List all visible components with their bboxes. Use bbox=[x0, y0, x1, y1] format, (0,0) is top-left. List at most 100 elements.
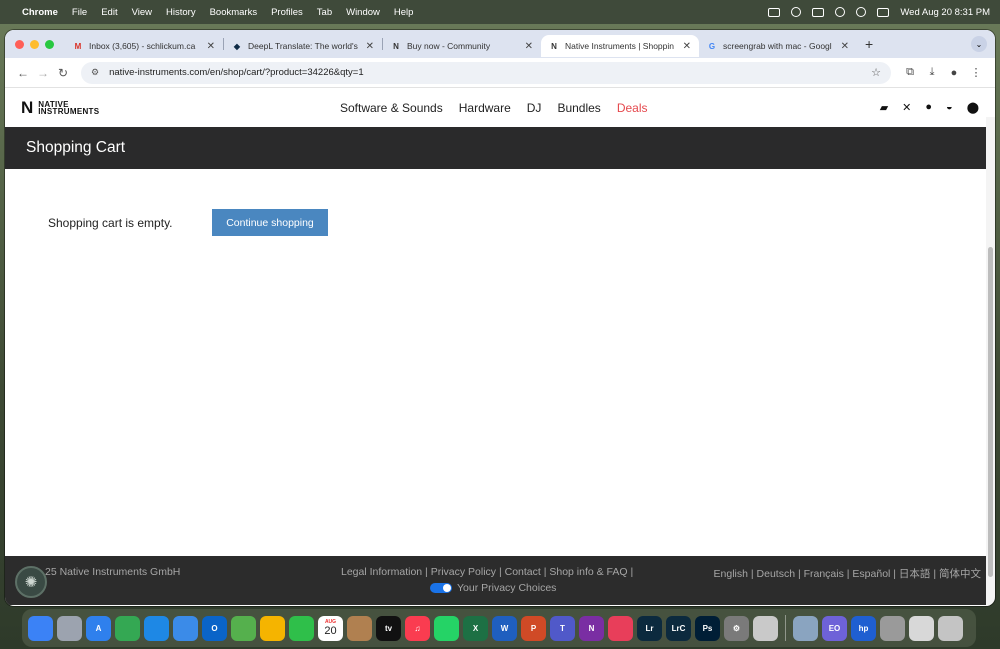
excel-icon[interactable]: X bbox=[463, 615, 488, 641]
safari-icon[interactable] bbox=[144, 615, 169, 641]
page-title-bar: Shopping Cart bbox=[5, 127, 995, 169]
bookmark-star-icon[interactable]: ☆ bbox=[871, 66, 881, 79]
chat-icon[interactable]: ▰ bbox=[880, 101, 888, 114]
browser-window: M Inbox (3,605) - schlickum.ca ✕ ◆ DeepL… bbox=[5, 30, 995, 606]
finder-icon[interactable] bbox=[28, 615, 53, 641]
battery-icon[interactable] bbox=[812, 7, 825, 17]
ebook-icon[interactable]: EO bbox=[822, 615, 847, 641]
mail-icon[interactable] bbox=[173, 615, 198, 641]
creative-cloud-status-icon[interactable] bbox=[791, 7, 802, 17]
deepl-icon: ◆ bbox=[233, 41, 241, 51]
creative-cloud-icon[interactable] bbox=[608, 615, 633, 641]
documents-folder-icon[interactable] bbox=[909, 615, 934, 641]
tab-gmail[interactable]: M Inbox (3,605) - schlickum.ca ✕ bbox=[65, 35, 223, 57]
onenote-icon[interactable]: N bbox=[579, 615, 604, 641]
hp-icon[interactable]: hp bbox=[851, 615, 876, 641]
tab-shopping-cart[interactable]: N Native Instruments | Shoppin ✕ bbox=[541, 35, 699, 57]
tab-search-chevron-icon[interactable]: ⌄ bbox=[971, 36, 987, 52]
menu-bookmarks[interactable]: Bookmarks bbox=[210, 7, 258, 18]
native-instruments-logo[interactable]: N NATIVE INSTRUMENTS bbox=[21, 98, 99, 118]
continue-shopping-button[interactable]: Continue shopping bbox=[212, 209, 328, 236]
back-arrow-icon[interactable]: ← bbox=[13, 66, 33, 80]
maps-icon[interactable] bbox=[231, 615, 256, 641]
music-icon[interactable]: ♫ bbox=[405, 615, 430, 641]
close-tab-icon[interactable]: ✕ bbox=[683, 41, 691, 52]
word-icon[interactable]: W bbox=[492, 615, 517, 641]
facetime-icon[interactable] bbox=[289, 615, 314, 641]
account-icon[interactable]: ● bbox=[925, 101, 932, 114]
location-pin-icon[interactable]: ⬤ bbox=[967, 101, 979, 114]
nav-bundles[interactable]: Bundles bbox=[557, 101, 600, 115]
menu-view[interactable]: View bbox=[132, 7, 152, 18]
menu-file[interactable]: File bbox=[72, 7, 87, 18]
language-links[interactable]: English | Deutsch | Français | Español |… bbox=[714, 566, 981, 581]
launchpad-icon[interactable] bbox=[57, 615, 82, 641]
new-tab-button[interactable]: + bbox=[865, 36, 873, 52]
menu-app-name[interactable]: Chrome bbox=[22, 7, 58, 18]
menu-profiles[interactable]: Profiles bbox=[271, 7, 303, 18]
menu-history[interactable]: History bbox=[166, 7, 196, 18]
nav-dj[interactable]: DJ bbox=[527, 101, 542, 115]
whatsapp-icon[interactable] bbox=[434, 615, 459, 641]
app-store-icon[interactable]: A bbox=[86, 615, 111, 641]
zoom-window-button[interactable] bbox=[45, 39, 54, 49]
empty-cart-message: Shopping cart is empty. bbox=[48, 216, 173, 230]
copyright-text: 25 Native Instruments GmbH bbox=[45, 566, 181, 578]
close-tab-icon[interactable]: ✕ bbox=[207, 41, 215, 52]
apple-tv-icon[interactable]: tv bbox=[376, 615, 401, 641]
menu-tab[interactable]: Tab bbox=[317, 7, 332, 18]
lightroom-icon[interactable]: Lr bbox=[637, 615, 662, 641]
photoshop-icon[interactable]: Ps bbox=[695, 615, 720, 641]
cart-icon[interactable]: ◒ bbox=[946, 101, 953, 114]
privacy-choices-link[interactable]: Your Privacy Choices bbox=[430, 582, 556, 594]
minimize-window-button[interactable] bbox=[30, 39, 39, 49]
wifi-icon[interactable] bbox=[835, 7, 846, 17]
menu-window[interactable]: Window bbox=[346, 7, 380, 18]
tools-icon[interactable]: ✕ bbox=[902, 101, 911, 114]
calendar-icon[interactable]: AUG 20 bbox=[318, 615, 343, 641]
menu-edit[interactable]: Edit bbox=[101, 7, 117, 18]
scrollbar-thumb[interactable] bbox=[988, 247, 993, 577]
tab-community[interactable]: N Buy now - Community ✕ bbox=[383, 35, 541, 57]
address-bar[interactable]: ⚙ native-instruments.com/en/shop/cart/?p… bbox=[81, 61, 891, 84]
menu-help[interactable]: Help bbox=[394, 7, 414, 18]
trash-icon[interactable] bbox=[938, 615, 963, 641]
tab-google-search[interactable]: G screengrab with mac - Googl ✕ bbox=[699, 35, 857, 57]
powerpoint-icon[interactable]: P bbox=[521, 615, 546, 641]
forward-arrow-icon[interactable]: → bbox=[33, 66, 53, 80]
cookie-settings-icon[interactable]: ✺ bbox=[15, 566, 47, 598]
screen-capture-icon[interactable] bbox=[768, 7, 781, 17]
photos-icon[interactable] bbox=[260, 615, 285, 641]
site-info-icon[interactable]: ⚙ bbox=[91, 67, 99, 78]
lightroom-classic-icon[interactable]: LrC bbox=[666, 615, 691, 641]
teams-icon[interactable]: T bbox=[550, 615, 575, 641]
close-tab-icon[interactable]: ✕ bbox=[841, 41, 849, 52]
tab-label: Native Instruments | Shoppin bbox=[565, 41, 674, 51]
extensions-icon[interactable]: ⧉ bbox=[899, 66, 921, 79]
reload-icon[interactable]: ↻ bbox=[53, 66, 73, 80]
page-scrollbar[interactable] bbox=[986, 117, 995, 606]
download-icon[interactable]: ⤓ bbox=[921, 66, 943, 79]
control-center-icon[interactable] bbox=[877, 7, 890, 17]
tab-deepl[interactable]: ◆ DeepL Translate: The world's ✕ bbox=[224, 35, 382, 57]
close-tab-icon[interactable]: ✕ bbox=[366, 41, 374, 52]
close-tab-icon[interactable]: ✕ bbox=[525, 41, 533, 52]
menubar-clock[interactable]: Wed Aug 20 8:31 PM bbox=[900, 7, 990, 18]
profile-avatar-icon[interactable]: ● bbox=[943, 67, 965, 79]
legal-links[interactable]: Legal Information | Privacy Policy | Con… bbox=[341, 566, 633, 578]
keychain-icon[interactable] bbox=[347, 615, 372, 641]
outlook-icon[interactable]: O bbox=[202, 615, 227, 641]
nav-deals[interactable]: Deals bbox=[617, 101, 648, 115]
close-window-button[interactable] bbox=[15, 39, 24, 49]
nav-software-sounds[interactable]: Software & Sounds bbox=[340, 101, 443, 115]
iphone-mirroring-icon[interactable] bbox=[753, 615, 778, 641]
preview-icon[interactable] bbox=[793, 615, 818, 641]
chrome-menu-icon[interactable]: ⋮ bbox=[965, 66, 987, 79]
logo-line-2: INSTRUMENTS bbox=[38, 106, 100, 116]
spotlight-search-icon[interactable] bbox=[856, 7, 867, 17]
url-text[interactable]: native-instruments.com/en/shop/cart/?pro… bbox=[109, 67, 364, 78]
chrome-icon[interactable] bbox=[115, 615, 140, 641]
system-settings-icon[interactable]: ⚙ bbox=[724, 615, 749, 641]
printer-icon[interactable] bbox=[880, 615, 905, 641]
nav-hardware[interactable]: Hardware bbox=[459, 101, 511, 115]
